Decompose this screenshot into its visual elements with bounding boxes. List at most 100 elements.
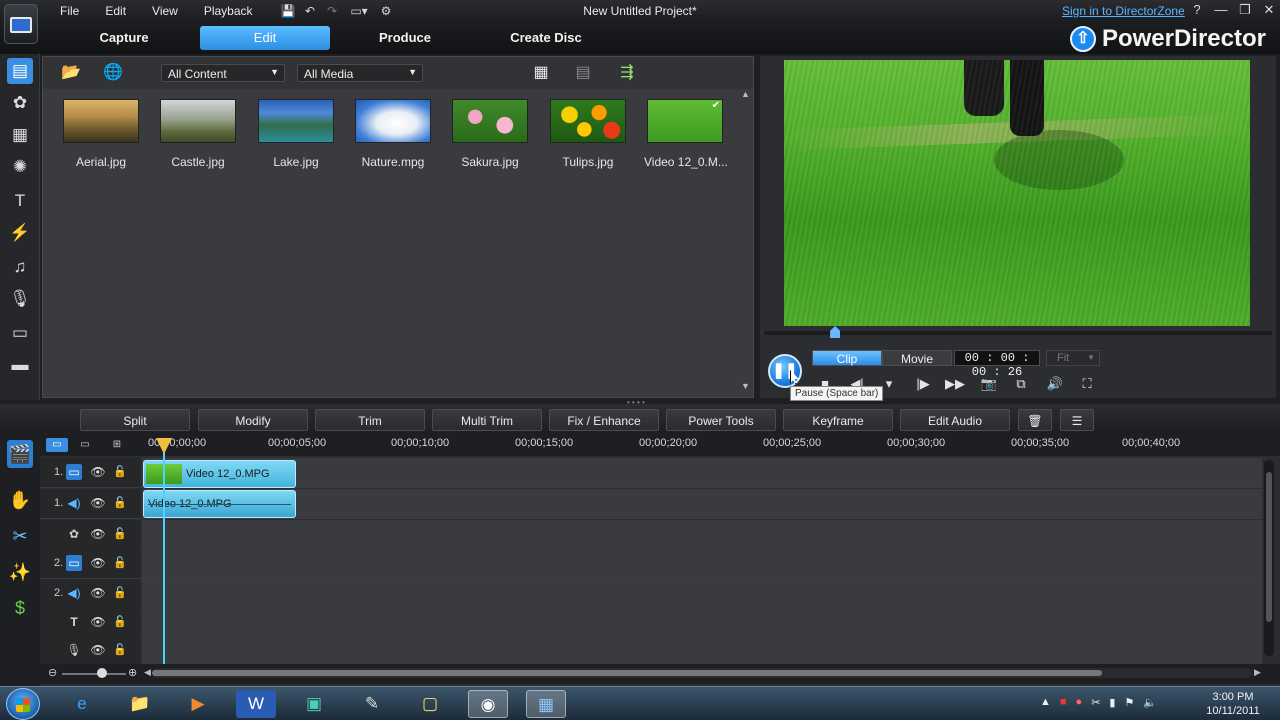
- fast-forward-icon[interactable]: ▶▶: [944, 374, 966, 394]
- library-item[interactable]: Tulips.jpg: [547, 99, 629, 169]
- redo-icon[interactable]: ↷: [324, 3, 340, 19]
- transition-room-icon[interactable]: ⚡: [7, 220, 33, 246]
- powerdirector-taskbar-icon[interactable]: ◉: [468, 690, 508, 718]
- media-room-icon[interactable]: ▤: [7, 58, 33, 84]
- library-scrollbar[interactable]: ▲ ▼: [741, 87, 751, 393]
- zoom-slider-thumb[interactable]: [97, 668, 107, 678]
- eye-icon[interactable]: 👁: [90, 555, 106, 571]
- keyframe-button[interactable]: Keyframe: [783, 409, 893, 431]
- sign-in-link[interactable]: Sign in to DirectorZone: [1062, 4, 1185, 18]
- fullscreen-icon[interactable]: ⛶: [1076, 374, 1098, 394]
- tab-produce[interactable]: Produce: [345, 26, 465, 50]
- scrub-slider-thumb[interactable]: [830, 326, 841, 338]
- scroll-up-icon[interactable]: ▲: [741, 89, 750, 99]
- film-app-taskbar-icon[interactable]: ▦: [526, 690, 566, 718]
- video-clip[interactable]: Video 12_0.MPG: [143, 460, 296, 488]
- eye-icon[interactable]: 👁: [90, 642, 106, 658]
- track-lane[interactable]: [142, 489, 1262, 518]
- subtitle-room-icon[interactable]: ▬: [7, 352, 33, 378]
- split-button[interactable]: Split: [80, 409, 190, 431]
- tray-app-icon[interactable]: ■: [1060, 696, 1067, 709]
- menu-edit[interactable]: Edit: [105, 4, 126, 18]
- storyboard-view-icon[interactable]: ▭: [74, 438, 96, 452]
- audio-clip[interactable]: Video 12_0.MPG: [143, 490, 296, 518]
- delete-trash-icon[interactable]: 🗑: [1018, 409, 1052, 431]
- title-room-icon[interactable]: T: [7, 188, 33, 214]
- file-explorer-icon[interactable]: 📁: [120, 690, 160, 718]
- lock-icon[interactable]: 🔓: [112, 585, 128, 601]
- track-lane[interactable]: [142, 549, 1262, 578]
- fix-enhance-button[interactable]: Fix / Enhance: [549, 409, 659, 431]
- library-item[interactable]: Aerial.jpg: [60, 99, 142, 169]
- timeline-horizontal-scrollbar[interactable]: [152, 668, 1252, 678]
- scroll-right-icon[interactable]: ▶: [1254, 667, 1261, 678]
- start-button[interactable]: [6, 688, 40, 720]
- next-frame-icon[interactable]: |▶: [912, 374, 934, 394]
- media-filter-dropdown[interactable]: All Media ▼: [297, 64, 423, 82]
- word-icon[interactable]: W: [236, 690, 276, 718]
- power-tools-button[interactable]: Power Tools: [666, 409, 776, 431]
- track-lane[interactable]: [142, 520, 1262, 549]
- effect-room-icon[interactable]: ✿: [7, 90, 33, 116]
- media-player-icon[interactable]: ▶: [178, 690, 218, 718]
- eye-icon[interactable]: 👁: [90, 526, 106, 542]
- zoom-slider[interactable]: [62, 673, 126, 675]
- app-window-icon[interactable]: ▣: [294, 690, 334, 718]
- timeline-ruler[interactable]: ▭ ▭ ⊞ 00;00;00;00 00;00;05;00 00;00;10;0…: [40, 434, 1280, 456]
- help-icon[interactable]: ?: [1190, 3, 1204, 17]
- volume-icon[interactable]: 🔊: [1044, 374, 1066, 394]
- eye-icon[interactable]: 👁: [90, 495, 106, 511]
- restore-icon[interactable]: ❐: [1238, 3, 1252, 17]
- close-icon[interactable]: ✕: [1262, 3, 1276, 17]
- minimize-icon[interactable]: —: [1214, 3, 1228, 17]
- aspect-ratio-icon[interactable]: ▭▾: [346, 3, 372, 19]
- lock-icon[interactable]: 🔓: [112, 495, 128, 511]
- track-lane[interactable]: [142, 458, 1262, 487]
- lock-icon[interactable]: 🔓: [112, 614, 128, 630]
- tab-capture[interactable]: Capture: [64, 26, 184, 50]
- snapshot-camera-icon[interactable]: 📷: [978, 374, 1000, 394]
- menu-view[interactable]: View: [152, 4, 178, 18]
- library-item[interactable]: Sakura.jpg: [449, 99, 531, 169]
- zoom-fit-dropdown[interactable]: Fit ▼: [1046, 350, 1100, 366]
- magic-style-icon[interactable]: $: [7, 594, 33, 622]
- content-filter-dropdown[interactable]: All Content ▼: [161, 64, 285, 82]
- hand-pan-icon[interactable]: ✋: [7, 486, 33, 514]
- tray-battery-icon[interactable]: ▮: [1109, 696, 1115, 709]
- magic-movie-icon[interactable]: 🎬: [7, 440, 33, 468]
- lock-icon[interactable]: 🔓: [112, 464, 128, 480]
- settings-gear-icon[interactable]: ⚙: [378, 3, 394, 19]
- scroll-left-icon[interactable]: ◀: [144, 667, 151, 678]
- tray-flag-icon[interactable]: ⚑: [1124, 696, 1134, 709]
- thumbnail-view-icon[interactable]: ▦: [529, 63, 553, 83]
- timeline-view-icon[interactable]: ▭: [46, 438, 68, 452]
- zoom-in-icon[interactable]: ⊕: [128, 666, 137, 679]
- track-lane[interactable]: [142, 636, 1262, 665]
- track-lane[interactable]: [142, 608, 1262, 637]
- internet-explorer-icon[interactable]: e: [62, 690, 102, 718]
- eye-icon[interactable]: 👁: [90, 464, 106, 480]
- magic-fix-icon[interactable]: ✨: [7, 558, 33, 586]
- modify-button[interactable]: Modify: [198, 409, 308, 431]
- library-item[interactable]: ✔ Video 12_0.M...: [644, 99, 728, 169]
- particle-room-icon[interactable]: ✺: [7, 154, 33, 180]
- sort-icon[interactable]: ▤: [571, 63, 595, 83]
- edit-audio-button[interactable]: Edit Audio: [900, 409, 1010, 431]
- tab-clip[interactable]: Clip: [812, 350, 882, 366]
- tab-edit[interactable]: Edit: [200, 26, 330, 50]
- paint-app-icon[interactable]: ✎: [352, 690, 392, 718]
- extra-library-icon[interactable]: ⇶: [615, 63, 639, 83]
- more-features-icon[interactable]: ☰: [1060, 409, 1094, 431]
- audio-mixing-icon[interactable]: ♫: [7, 254, 33, 280]
- magic-cut-icon[interactable]: ✂: [7, 522, 33, 550]
- zoom-out-icon[interactable]: ⊖: [48, 666, 57, 679]
- menu-playback[interactable]: Playback: [204, 4, 253, 18]
- pip-objects-icon[interactable]: ▦: [7, 122, 33, 148]
- timecode-display[interactable]: 00 : 00 : 00 : 26: [954, 350, 1040, 379]
- undo-icon[interactable]: ↶: [302, 3, 318, 19]
- eye-icon[interactable]: 👁: [90, 585, 106, 601]
- add-track-icon[interactable]: ⊞: [106, 438, 128, 452]
- lock-icon[interactable]: 🔓: [112, 555, 128, 571]
- library-item[interactable]: Lake.jpg: [255, 99, 337, 169]
- library-item[interactable]: Castle.jpg: [157, 99, 239, 169]
